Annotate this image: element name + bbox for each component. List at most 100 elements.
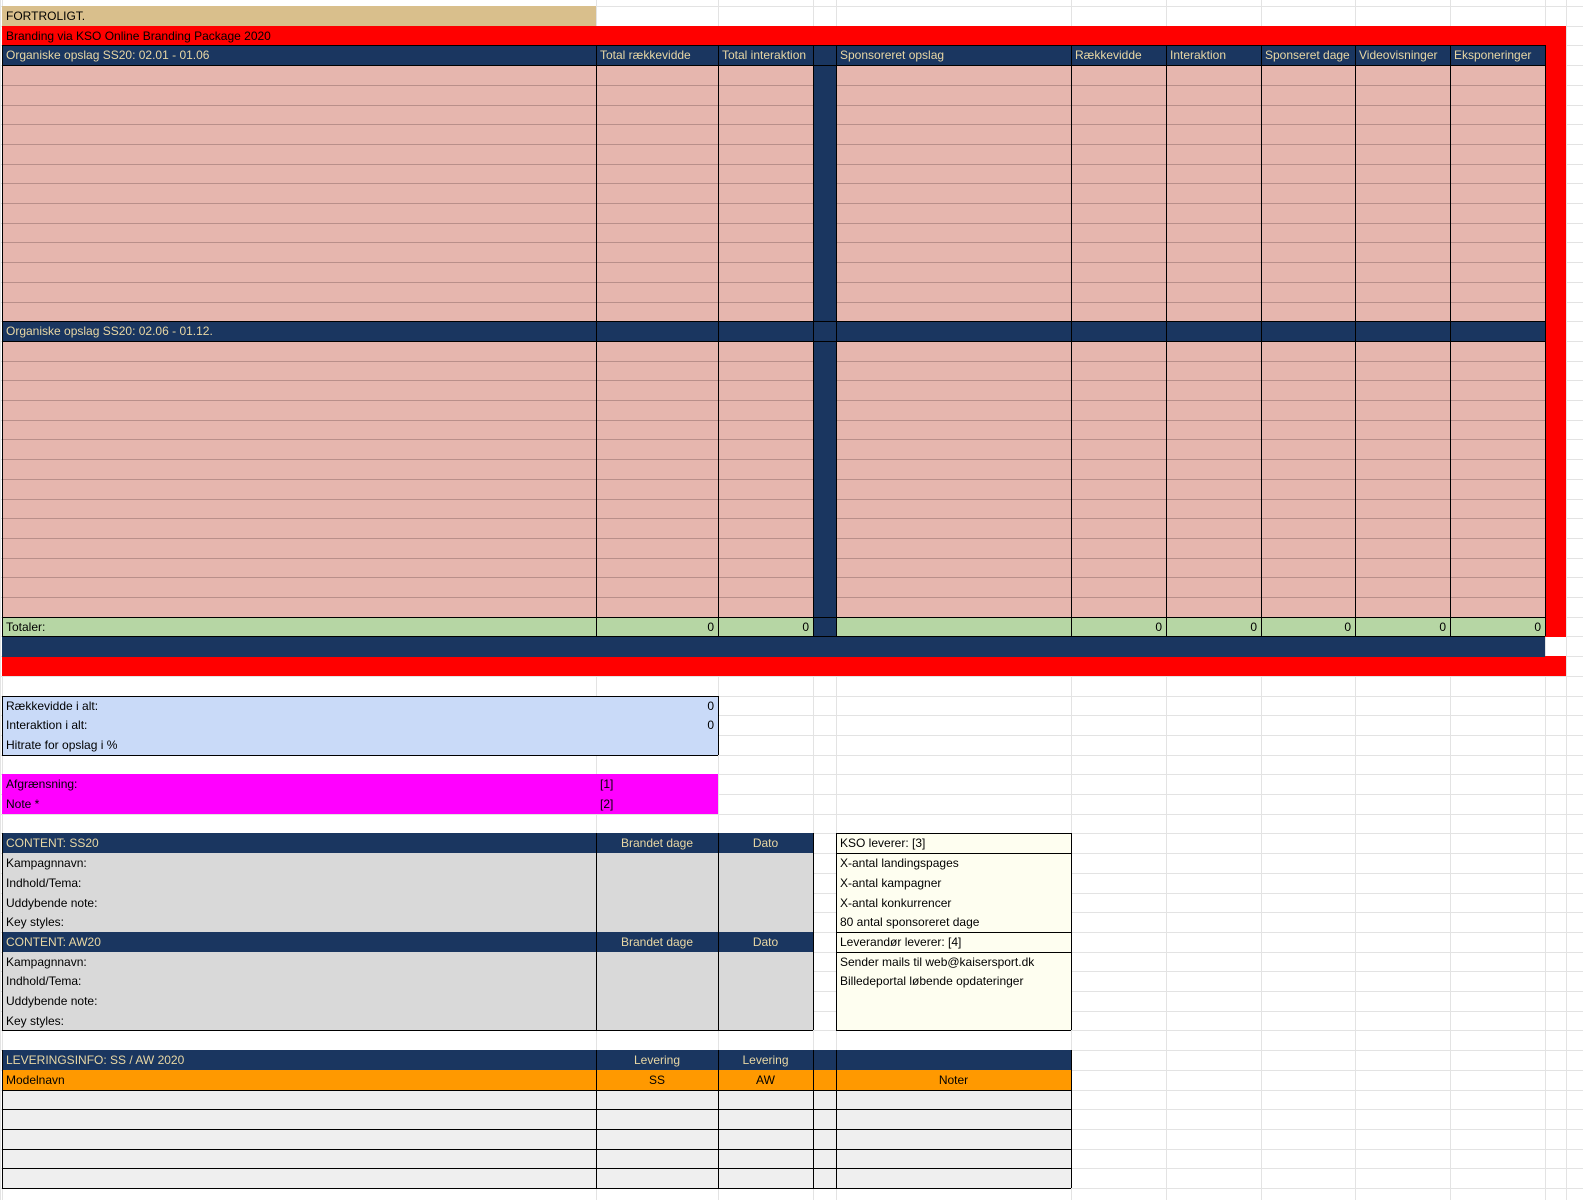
- header-organic-ss20-2[interactable]: Organiske opslag SS20: 02.06 - 01.12.: [2, 321, 596, 342]
- content-aw20-row-label-3[interactable]: Key styles:: [2, 1010, 596, 1031]
- delivery-row-spacer[interactable]: [813, 1128, 836, 1150]
- header-sponsored[interactable]: Sponsoreret opslag: [836, 45, 1071, 66]
- totals-interaction[interactable]: 0: [1166, 616, 1261, 637]
- delivery-row-aw[interactable]: [718, 1148, 813, 1169]
- summary-value-0[interactable]: 0: [596, 695, 718, 716]
- header-video-views[interactable]: Videovisninger: [1355, 45, 1450, 66]
- delivery-title[interactable]: LEVERINGSINFO: SS / AW 2020: [2, 1050, 596, 1071]
- note-label-1[interactable]: Note *: [2, 794, 596, 815]
- header-organic-ss20-1[interactable]: Organiske opslag SS20: 02.01 - 01.06: [2, 45, 596, 66]
- delivery-row-spacer[interactable]: [813, 1168, 836, 1189]
- delivery-ss-header[interactable]: SS: [596, 1069, 718, 1090]
- content-ss20-row-label-0[interactable]: Kampagnnavn:: [2, 853, 596, 874]
- delivery-row-model[interactable]: [2, 1128, 596, 1150]
- red-frame-bottom[interactable]: [2, 656, 1566, 677]
- kso-item-7[interactable]: Billedeportal løbende opdateringer: [836, 971, 1071, 992]
- content-ss20-title[interactable]: CONTENT: SS20: [2, 833, 596, 854]
- summary-label-1[interactable]: Interaktion i alt:: [2, 715, 596, 736]
- delivery-row-notes[interactable]: [836, 1128, 1071, 1150]
- header-reach[interactable]: Rækkevidde: [1071, 45, 1166, 66]
- header-exposures[interactable]: Eksponeringer: [1450, 45, 1545, 66]
- delivery-levering-ss[interactable]: Levering: [596, 1050, 718, 1071]
- content-ss20-row-date-0[interactable]: [718, 853, 813, 874]
- block-ss20-1-col-8[interactable]: [1261, 65, 1355, 322]
- delivery-row-notes[interactable]: [836, 1168, 1071, 1189]
- delivery-row-aw[interactable]: [718, 1128, 813, 1150]
- kso-item-0[interactable]: KSO leverer: [3]: [836, 833, 1071, 854]
- delivery-row-notes[interactable]: [836, 1089, 1071, 1110]
- banner-row[interactable]: Branding via KSO Online Branding Package…: [2, 25, 1566, 46]
- delivery-row-ss[interactable]: [596, 1168, 718, 1189]
- delivery-header-fill[interactable]: [813, 1050, 1071, 1071]
- delivery-row-spacer[interactable]: [813, 1148, 836, 1169]
- kso-item-3[interactable]: X-antal konkurrencer: [836, 892, 1071, 913]
- block-ss20-1-col-6[interactable]: [1071, 65, 1166, 322]
- kso-item-6[interactable]: Sender mails til web@kaisersport.dk: [836, 951, 1071, 972]
- summary-label-2[interactable]: Hitrate for opslag i %: [2, 734, 596, 756]
- kso-item-4[interactable]: 80 antal sponsoreret dage: [836, 912, 1071, 933]
- header-spacer[interactable]: [813, 45, 836, 66]
- red-frame-right[interactable]: [1545, 45, 1566, 637]
- content-ss20-row-label-2[interactable]: Uddybende note:: [2, 892, 596, 913]
- delivery-row-model[interactable]: [2, 1168, 596, 1189]
- kso-item-5[interactable]: Leverandør leverer: [4]: [836, 931, 1071, 953]
- content-aw20-row-date-1[interactable]: [718, 971, 813, 992]
- content-aw20-row-label-2[interactable]: Uddybende note:: [2, 991, 596, 1012]
- content-ss20-row-branded-3[interactable]: [596, 912, 718, 933]
- delivery-row-aw[interactable]: [718, 1109, 813, 1130]
- totals-label[interactable]: Totaler:: [2, 616, 596, 637]
- delivery-row-ss[interactable]: [596, 1128, 718, 1150]
- totals-exposures[interactable]: 0: [1450, 616, 1545, 637]
- content-aw20-row-branded-0[interactable]: [596, 951, 718, 972]
- content-ss20-row-date-3[interactable]: [718, 912, 813, 933]
- block-ss20-1-col-7[interactable]: [1166, 65, 1261, 322]
- totals-sponsored[interactable]: [836, 616, 1071, 637]
- delivery-row-model[interactable]: [2, 1109, 596, 1130]
- content-aw20-row-date-2[interactable]: [718, 991, 813, 1012]
- block-ss20-1-col-10[interactable]: [1450, 65, 1545, 322]
- note-ref-0[interactable]: [1]: [596, 774, 718, 795]
- note-ref-1[interactable]: [2]: [596, 794, 718, 815]
- header-total-interaction[interactable]: Total interaktion: [718, 45, 813, 66]
- content-aw20-title[interactable]: CONTENT: AW20: [2, 931, 596, 953]
- summary-value-1[interactable]: 0: [596, 715, 718, 736]
- content-ss20-row-label-1[interactable]: Indhold/Tema:: [2, 872, 596, 893]
- content-ss20-row-branded-1[interactable]: [596, 872, 718, 893]
- block-ss20-1-col-total-interaction[interactable]: [718, 65, 813, 322]
- summary-value-2[interactable]: [596, 734, 718, 756]
- note-label-0[interactable]: Afgrænsning:: [2, 774, 596, 795]
- content-aw20-row-date-3[interactable]: [718, 1010, 813, 1031]
- content-aw20-row-date-0[interactable]: [718, 951, 813, 972]
- title-cell[interactable]: FORTROLIGT.: [2, 6, 596, 27]
- content-aw20-row-branded-3[interactable]: [596, 1010, 718, 1031]
- totals-total-interaction[interactable]: 0: [718, 616, 813, 637]
- delivery-row-aw[interactable]: [718, 1168, 813, 1189]
- content-ss20-row-date-2[interactable]: [718, 892, 813, 913]
- kso-item-1[interactable]: X-antal landingspages: [836, 853, 1071, 874]
- block-ss20-1-col-5[interactable]: [836, 65, 1071, 322]
- delivery-aw-header[interactable]: AW: [718, 1069, 813, 1090]
- delivery-row-aw[interactable]: [718, 1089, 813, 1110]
- header-total-reach[interactable]: Total rækkevidde: [596, 45, 718, 66]
- delivery-row-notes[interactable]: [836, 1109, 1071, 1130]
- delivery-row-notes[interactable]: [836, 1148, 1071, 1169]
- content-aw20-row-branded-2[interactable]: [596, 991, 718, 1012]
- delivery-row-spacer[interactable]: [813, 1089, 836, 1110]
- content-ss20-row-branded-0[interactable]: [596, 853, 718, 874]
- delivery-row-model[interactable]: [2, 1089, 596, 1110]
- content-ss20-col2[interactable]: Dato: [718, 833, 813, 854]
- delivery-row-ss[interactable]: [596, 1109, 718, 1130]
- content-aw20-col1[interactable]: Brandet dage: [596, 931, 718, 953]
- content-aw20-row-label-1[interactable]: Indhold/Tema:: [2, 971, 596, 992]
- content-aw20-row-label-0[interactable]: Kampagnnavn:: [2, 951, 596, 972]
- totals-reach[interactable]: 0: [1071, 616, 1166, 637]
- totals-sponsored-days[interactable]: 0: [1261, 616, 1355, 637]
- content-aw20-row-branded-1[interactable]: [596, 971, 718, 992]
- block-ss20-1-col-total-reach[interactable]: [596, 65, 718, 322]
- content-ss20-row-branded-2[interactable]: [596, 892, 718, 913]
- delivery-row-ss[interactable]: [596, 1148, 718, 1169]
- delivery-model-header[interactable]: Modelnavn: [2, 1069, 596, 1090]
- delivery-spacer-header[interactable]: [813, 1069, 836, 1090]
- delivery-notes-header[interactable]: Noter: [836, 1069, 1071, 1090]
- content-ss20-row-label-3[interactable]: Key styles:: [2, 912, 596, 933]
